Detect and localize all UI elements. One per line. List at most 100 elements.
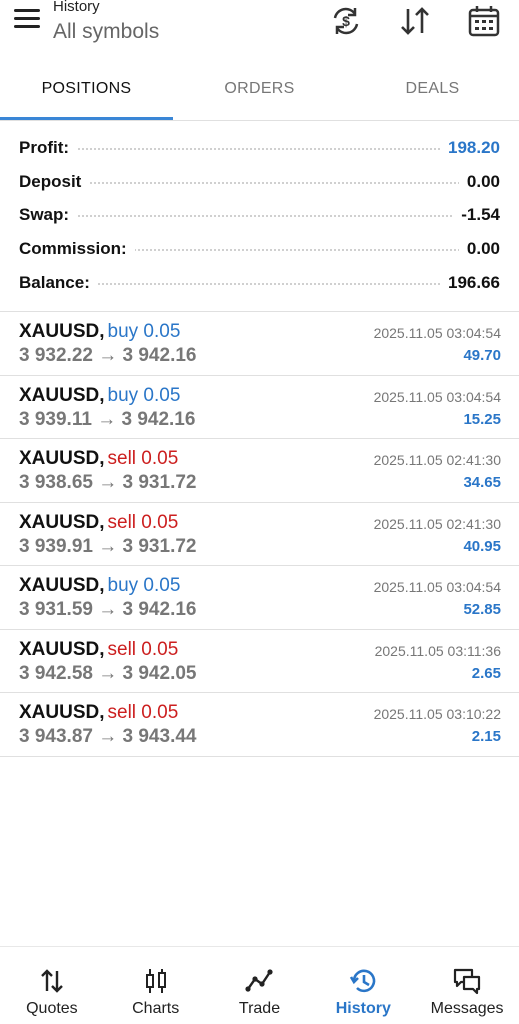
bottom-nav: Quotes Charts Trade History Messages — [0, 946, 519, 1024]
trade-symbol: XAUUSD — [19, 448, 100, 469]
trade-type: sell 0.05 — [107, 448, 179, 469]
nav-label: Charts — [132, 1000, 180, 1017]
header: History All symbols $ — [0, 0, 519, 62]
sort-icon[interactable] — [398, 4, 432, 38]
trade-time: 2025.11.05 03:04:54 — [373, 325, 501, 341]
calendar-icon[interactable] — [467, 4, 501, 38]
trade-symbol: XAUUSD — [19, 384, 100, 406]
trade-time: 2025.11.05 02:41:30 — [373, 452, 501, 468]
trade-row[interactable]: XAUUSD, buy 0.05 3 939.11 → 3 942.16 2025… — [0, 376, 519, 439]
trade-list: XAUUSD, buy 0.05 3 932.22 → 3 942.16 2025… — [0, 312, 519, 757]
summary-label: Profit: — [19, 137, 78, 158]
tab-bar: POSITIONS ORDERS DEALS — [0, 62, 519, 120]
trade-time: 2025.11.05 03:11:36 — [374, 642, 501, 659]
summary-label: Deposit — [19, 171, 90, 192]
history-icon — [349, 967, 377, 995]
tab-positions[interactable]: POSITIONS — [0, 62, 173, 120]
summary-panel: Profit: 198.20 Deposit 0.00 Swap: -1.54 … — [0, 131, 519, 299]
trade-prices: 3 943.87 → 3 943.44 — [19, 726, 197, 747]
header-title[interactable]: All symbols — [53, 20, 159, 44]
menu-icon-bar — [14, 25, 40, 28]
nav-trade[interactable]: Trade — [208, 947, 312, 1024]
summary-value: -1.54 — [453, 205, 500, 226]
trade-symbol-line: XAUUSD, sell 0.05 — [19, 638, 179, 660]
trade-symbol-line: XAUUSD, sell 0.05 — [19, 511, 179, 533]
trade-profit: 34.65 — [463, 474, 501, 491]
trade-profit: 2.15 — [471, 728, 501, 745]
trade-symbol: XAUUSD — [19, 702, 100, 723]
menu-icon-bar — [14, 9, 40, 12]
summary-row-deposit: Deposit 0.00 — [0, 165, 519, 199]
trade-prices: 3 932.22 → 3 942.16 — [19, 345, 197, 366]
summary-value: 196.66 — [440, 272, 500, 293]
summary-row-swap: Swap: -1.54 — [0, 198, 519, 232]
trade-profit: 49.70 — [463, 347, 501, 364]
trade-time: 2025.11.05 03:10:22 — [373, 706, 501, 722]
trade-symbol: XAUUSD — [19, 511, 100, 533]
menu-button[interactable] — [14, 9, 40, 31]
trade-prices: 3 939.91 → 3 931.72 — [19, 535, 197, 557]
currency-exchange-icon[interactable]: $ — [329, 4, 363, 38]
dotted-leader — [19, 147, 500, 150]
svg-text:$: $ — [342, 13, 350, 29]
trade-type: buy 0.05 — [107, 321, 181, 342]
trade-type: sell 0.05 — [107, 702, 179, 723]
trade-profit: 2.65 — [471, 664, 501, 682]
trade-symbol: XAUUSD — [19, 321, 100, 342]
trade-symbol-line: XAUUSD, sell 0.05 — [19, 702, 179, 723]
summary-value: 198.20 — [440, 137, 500, 158]
trade-type: buy 0.05 — [107, 575, 181, 596]
quotes-icon — [38, 967, 66, 995]
tab-deals[interactable]: DEALS — [346, 62, 519, 120]
summary-row-commission: Commission: 0.00 — [0, 232, 519, 266]
nav-label: Messages — [430, 1000, 504, 1017]
trade-prices: 3 931.59 → 3 942.16 — [19, 599, 197, 620]
trade-row[interactable]: XAUUSD, sell 0.05 3 938.65 → 3 931.72 202… — [0, 439, 519, 503]
header-subtitle: History — [53, 0, 100, 15]
trade-type: sell 0.05 — [107, 638, 179, 660]
trade-prices: 3 938.65 → 3 931.72 — [19, 472, 197, 493]
app-root: History All symbols $ POSITIONS ORDERS D… — [0, 0, 519, 1024]
summary-value: 0.00 — [458, 238, 500, 259]
nav-label: History — [335, 1000, 391, 1017]
trade-row[interactable]: XAUUSD, sell 0.05 3 943.87 → 3 943.44 202… — [0, 693, 519, 757]
trade-symbol-line: XAUUSD, buy 0.05 — [19, 384, 181, 406]
trade-time: 2025.11.05 02:41:30 — [373, 515, 501, 532]
trade-symbol: XAUUSD — [19, 575, 100, 596]
trade-profit: 40.95 — [463, 537, 501, 555]
nav-label: Quotes — [26, 1000, 78, 1017]
nav-label: Trade — [238, 1000, 281, 1017]
trade-row[interactable]: XAUUSD, sell 0.05 3 942.58 → 3 942.05 202… — [0, 630, 519, 693]
summary-row-balance: Balance: 196.66 — [0, 266, 519, 300]
trade-prices: 3 939.11 → 3 942.16 — [19, 408, 196, 430]
summary-value: 0.00 — [458, 171, 500, 192]
messages-icon — [453, 967, 481, 995]
trade-time: 2025.11.05 03:04:54 — [373, 579, 501, 595]
charts-icon — [142, 967, 170, 995]
summary-row-profit: Profit: 198.20 — [0, 131, 519, 165]
menu-icon-bar — [14, 17, 40, 20]
trade-icon — [245, 967, 274, 995]
summary-label: Balance: — [19, 272, 98, 293]
trade-profit: 15.25 — [463, 410, 501, 428]
nav-charts[interactable]: Charts — [104, 947, 208, 1024]
trade-profit: 52.85 — [463, 601, 501, 618]
trade-row[interactable]: XAUUSD, sell 0.05 3 939.91 → 3 931.72 202… — [0, 503, 519, 566]
nav-messages[interactable]: Messages — [415, 947, 519, 1024]
tab-orders[interactable]: ORDERS — [173, 62, 346, 120]
trade-symbol: XAUUSD — [19, 638, 100, 660]
trade-row[interactable]: XAUUSD, buy 0.05 3 931.59 → 3 942.16 2025… — [0, 566, 519, 630]
summary-label: Commission: — [19, 238, 135, 259]
trade-type: sell 0.05 — [107, 511, 179, 533]
trade-type: buy 0.05 — [107, 384, 181, 406]
trade-prices: 3 942.58 → 3 942.05 — [19, 662, 197, 684]
trade-time: 2025.11.05 03:04:54 — [373, 388, 501, 405]
dotted-leader — [19, 181, 500, 184]
nav-history[interactable]: History — [311, 947, 415, 1024]
tab-divider — [0, 120, 519, 121]
trade-row[interactable]: XAUUSD, buy 0.05 3 932.22 → 3 942.16 2025… — [0, 312, 519, 376]
dotted-leader — [19, 215, 500, 218]
trade-symbol-line: XAUUSD, buy 0.05 — [19, 575, 181, 596]
summary-label: Swap: — [19, 205, 78, 226]
nav-quotes[interactable]: Quotes — [0, 947, 104, 1024]
